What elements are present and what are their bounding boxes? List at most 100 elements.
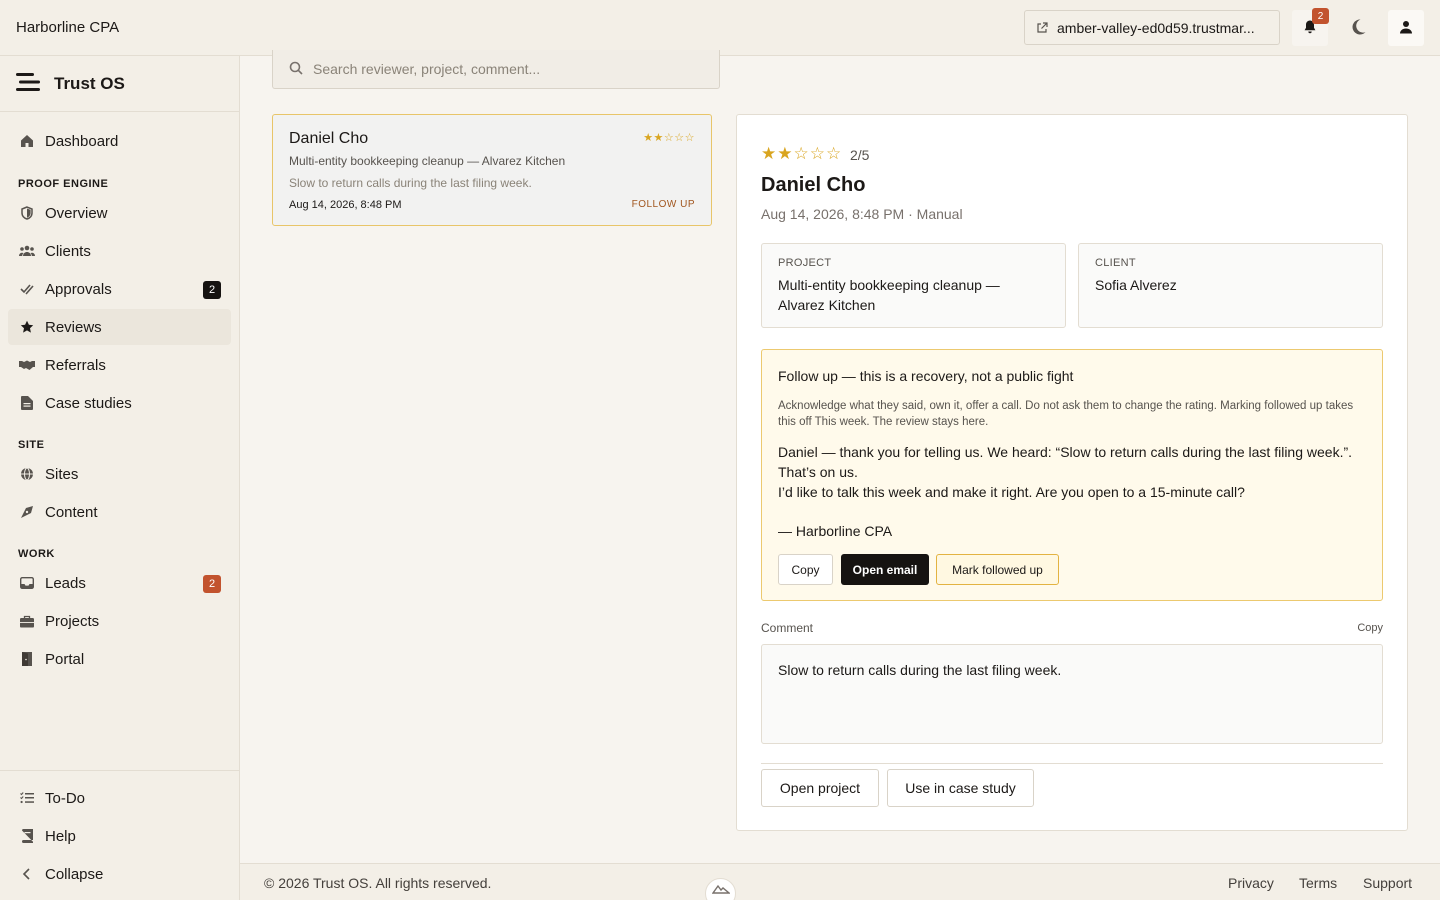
comment-label: Comment <box>761 621 814 635</box>
copy-message-button[interactable]: Copy <box>778 554 833 585</box>
site-url-text: amber-valley-ed0d59.trustmar... <box>1057 19 1255 36</box>
sidebar-item-reviews[interactable]: Reviews <box>8 309 231 345</box>
section-label-proof-engine: PROOF ENGINE <box>18 178 109 190</box>
sidebar-item-projects[interactable]: Projects <box>8 603 231 639</box>
privacy-link[interactable]: Privacy <box>1228 875 1274 891</box>
sidebar-item-clients[interactable]: Clients <box>8 233 231 269</box>
review-detail-panel: ★★☆☆☆ 2/5 Daniel Cho Aug 14, 2026, 8:48 … <box>736 114 1408 831</box>
detail-rating-score: 2/5 <box>850 147 870 163</box>
follow-up-message-line: Daniel — thank you for telling us. We he… <box>778 444 1353 480</box>
terms-link[interactable]: Terms <box>1299 875 1337 891</box>
sidebar-item-help[interactable]: Help <box>8 818 231 854</box>
sidebar-item-label: Referrals <box>45 356 106 374</box>
client-info-box: CLIENT Sofia Alverez <box>1078 243 1383 328</box>
footer: © 2026 Trust OS. All rights reserved. Pr… <box>240 863 1440 900</box>
open-email-button[interactable]: Open email <box>841 554 929 585</box>
leads-badge: 2 <box>203 575 221 593</box>
site-url-link[interactable]: amber-valley-ed0d59.trustmar... <box>1024 10 1280 45</box>
sidebar-item-label: Leads <box>45 574 86 592</box>
pen-nib-icon <box>19 504 35 520</box>
top-bar: Harborline CPA amber-valley-ed0d59.trust… <box>0 0 1440 56</box>
search-input[interactable] <box>313 61 693 77</box>
review-project: Multi-entity bookkeeping cleanup — Alvar… <box>289 154 566 168</box>
menu-logo-icon[interactable] <box>16 73 40 94</box>
approvals-badge: 2 <box>203 281 221 299</box>
review-list-item[interactable]: Daniel Cho ★★☆☆☆ Multi-entity bookkeepin… <box>272 114 712 226</box>
search-icon <box>289 61 303 78</box>
home-icon <box>19 133 35 149</box>
client-label: CLIENT <box>1095 257 1136 269</box>
sidebar-item-dashboard[interactable]: Dashboard <box>8 123 231 159</box>
follow-up-signature: — Harborline CPA <box>778 523 893 539</box>
sidebar-item-sites[interactable]: Sites <box>8 456 231 492</box>
sidebar-collapse-button[interactable]: Collapse <box>8 856 231 892</box>
sidebar-item-label: Approvals <box>45 280 112 298</box>
notifications-badge: 2 <box>1312 8 1329 24</box>
document-icon <box>19 395 35 411</box>
detail-rating-stars: ★★☆☆☆ <box>761 144 843 163</box>
sidebar-item-label: Portal <box>45 650 85 668</box>
mark-followed-up-button[interactable]: Mark followed up <box>936 554 1059 585</box>
sidebar-item-label: Case studies <box>45 394 132 412</box>
client-value: Sofia Alverez <box>1095 277 1177 293</box>
handshake-icon <box>19 357 35 373</box>
sidebar-item-label: Collapse <box>45 865 104 883</box>
sidebar-item-overview[interactable]: Overview <box>8 195 231 231</box>
shield-icon <box>19 205 35 221</box>
briefcase-icon <box>19 613 35 629</box>
sidebar-header: Trust OS <box>0 56 239 112</box>
sidebar-item-label: Overview <box>45 204 108 222</box>
project-value: Multi-entity bookkeeping cleanup — Alvar… <box>778 277 1000 313</box>
review-date: Aug 14, 2026, 8:48 PM <box>289 199 402 211</box>
follow-up-panel: Follow up — this is a recovery, not a pu… <box>761 349 1383 601</box>
section-label-work: WORK <box>18 548 55 560</box>
use-in-case-study-button[interactable]: Use in case study <box>887 769 1034 807</box>
footer-logo-icon <box>705 878 736 900</box>
brand-name: Harborline CPA <box>16 19 120 36</box>
book-icon <box>19 828 35 844</box>
notifications-button[interactable]: 2 <box>1292 8 1329 46</box>
sidebar-item-label: Reviews <box>45 318 102 336</box>
sidebar-item-approvals[interactable]: Approvals 2 <box>8 271 231 307</box>
comment-box: Slow to return calls during the last fil… <box>761 644 1383 744</box>
sidebar-item-portal[interactable]: Portal <box>8 641 231 677</box>
sidebar-item-label: Help <box>45 827 76 845</box>
globe-icon <box>19 466 35 482</box>
project-info-box: PROJECT Multi-entity bookkeeping cleanup… <box>761 243 1066 328</box>
project-label: PROJECT <box>778 257 832 269</box>
sidebar-item-case-studies[interactable]: Case studies <box>8 385 231 421</box>
user-icon <box>1399 20 1413 37</box>
external-link-icon <box>1036 21 1048 34</box>
follow-up-hint: Acknowledge what they said, own it, offe… <box>778 400 1354 428</box>
detail-meta: Aug 14, 2026, 8:48 PM · Manual <box>761 206 963 222</box>
sidebar-item-label: Sites <box>45 465 79 483</box>
divider <box>761 763 1383 764</box>
sidebar: Trust OS Dashboard PROOF ENGINE Overview… <box>0 56 240 900</box>
theme-toggle-button[interactable] <box>1340 10 1376 46</box>
sidebar-item-referrals[interactable]: Referrals <box>8 347 231 383</box>
section-label-site: SITE <box>18 439 45 451</box>
sidebar-item-label: Clients <box>45 242 91 260</box>
reviewer-name: Daniel Cho <box>289 130 369 147</box>
list-check-icon <box>19 790 35 806</box>
check-double-icon <box>19 281 35 297</box>
follow-up-title: Follow up — this is a recovery, not a pu… <box>778 368 1074 384</box>
open-project-button[interactable]: Open project <box>761 769 879 807</box>
door-icon <box>19 651 35 667</box>
moon-icon <box>1348 17 1368 40</box>
sidebar-item-todo[interactable]: To-Do <box>8 780 231 816</box>
copyright-text: © 2026 Trust OS. All rights reserved. <box>264 875 492 891</box>
sidebar-item-leads[interactable]: Leads 2 <box>8 565 231 601</box>
follow-up-message: Daniel — thank you for telling us. We he… <box>778 442 1366 502</box>
follow-up-tag: FOLLOW UP <box>631 199 695 210</box>
detail-reviewer-name: Daniel Cho <box>761 174 866 196</box>
copy-comment-button[interactable]: Copy <box>1357 622 1383 634</box>
user-menu-button[interactable] <box>1388 10 1424 46</box>
search-bar <box>272 50 720 89</box>
sidebar-footer <box>0 770 239 771</box>
sidebar-item-label: Projects <box>45 612 100 630</box>
app-name: Trust OS <box>54 73 125 93</box>
support-link[interactable]: Support <box>1363 875 1412 891</box>
sidebar-item-label: Content <box>45 503 98 521</box>
sidebar-item-content[interactable]: Content <box>8 494 231 530</box>
